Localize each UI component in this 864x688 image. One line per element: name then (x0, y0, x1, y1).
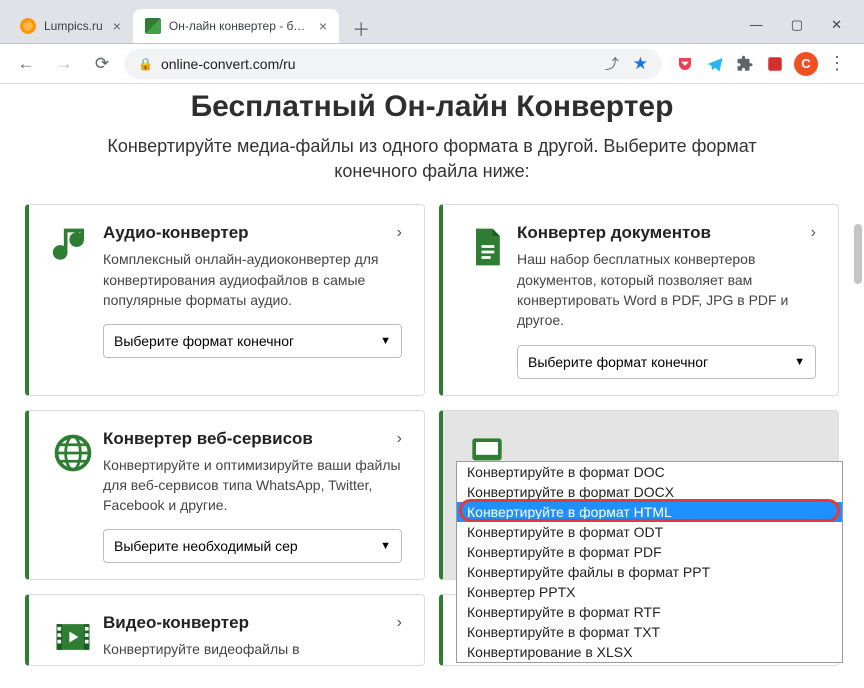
card-document-desc: Наш набор бесплатных конвертеров докумен… (517, 249, 816, 330)
tab-converter-title: Он-лайн конвертер - бесплатно (169, 19, 309, 33)
chevron-right-icon: › (397, 614, 402, 632)
reload-button[interactable]: ⟳ (86, 48, 118, 80)
address-right-icons: ⤴ ★ (605, 54, 648, 74)
globe-icon (43, 429, 103, 564)
tab-lumpics-close[interactable]: × (113, 18, 121, 34)
chevron-right-icon: › (811, 224, 816, 242)
tab-lumpics-title: Lumpics.ru (44, 19, 103, 33)
audio-icon (43, 223, 103, 378)
caret-down-icon: ▼ (794, 356, 805, 368)
browser-menu-icon[interactable]: ⋮ (826, 53, 848, 75)
toolbar: ← → ⟳ 🔒 online-convert.com/ru ⤴ ★ C ⋮ (0, 44, 864, 84)
document-format-dropdown[interactable]: Конвертируйте в формат DOC Конвертируйте… (456, 461, 843, 663)
card-audio: Аудио-конвертер › Комплексный онлайн-ауд… (25, 204, 425, 395)
forward-button[interactable]: → (48, 48, 80, 80)
page-content: Бесплатный Он-лайн Конвертер Конвертируй… (0, 84, 864, 688)
card-web-select-label: Выберите необходимый сер (114, 538, 298, 554)
card-audio-select[interactable]: Выберите формат конечног ▼ (103, 324, 402, 358)
document-icon (457, 223, 517, 378)
telegram-icon[interactable] (704, 53, 726, 75)
bookmark-star-icon[interactable]: ★ (633, 54, 648, 74)
caret-down-icon: ▼ (380, 335, 391, 347)
card-web-select[interactable]: Выберите необходимый сер ▼ (103, 529, 402, 563)
card-document: Конвертер документов › Наш набор бесплат… (439, 204, 839, 395)
dropdown-option[interactable]: Конвертируйте файлы в формат PPT (457, 562, 842, 582)
adblock-icon[interactable] (764, 53, 786, 75)
titlebar: Lumpics.ru × Он-лайн конвертер - бесплат… (0, 0, 864, 44)
caret-down-icon: ▼ (380, 540, 391, 552)
tab-lumpics[interactable]: Lumpics.ru × (8, 9, 133, 43)
minimize-button[interactable]: — (750, 17, 763, 33)
card-video: Видео-конвертер › Конвертируйте видеофай… (25, 594, 425, 666)
close-window-button[interactable]: ✕ (831, 17, 842, 33)
card-video-desc: Конвертируйте видеофайлы в (103, 639, 402, 659)
dropdown-option[interactable]: Конвертер PPTX (457, 582, 842, 602)
dropdown-option[interactable]: Конвертируйте в формат DOC (457, 462, 842, 482)
favicon-converter (145, 18, 161, 34)
chevron-right-icon: › (397, 224, 402, 242)
window-controls: — ▢ ✕ (750, 17, 864, 43)
url-text: online-convert.com/ru (161, 56, 597, 72)
dropdown-option[interactable]: Конвертируйте в формат PDF (457, 542, 842, 562)
scrollbar-thumb[interactable] (854, 224, 862, 284)
video-icon (43, 613, 103, 649)
dropdown-option[interactable]: Конвертируйте в формат TXT (457, 622, 842, 642)
dropdown-option[interactable]: Конвертирование в XLSX (457, 642, 842, 662)
card-document-select[interactable]: Выберите формат конечног ▼ (517, 345, 816, 379)
card-document-select-label: Выберите формат конечног (528, 354, 708, 370)
extension-icons: C ⋮ (668, 52, 854, 76)
card-document-title[interactable]: Конвертер документов (517, 223, 711, 243)
new-tab-button[interactable]: ＋ (347, 15, 375, 43)
tab-converter[interactable]: Он-лайн конвертер - бесплатно × (133, 9, 339, 43)
card-audio-desc: Комплексный онлайн-аудиоконвертер для ко… (103, 249, 402, 310)
page-title: Бесплатный Он-лайн Конвертер (20, 84, 844, 124)
tabstrip: Lumpics.ru × Он-лайн конвертер - бесплат… (8, 9, 750, 43)
card-web-desc: Конвертируйте и оптимизируйте ваши файлы… (103, 455, 402, 516)
profile-avatar[interactable]: C (794, 52, 818, 76)
card-audio-title[interactable]: Аудио-конвертер (103, 223, 249, 243)
share-icon[interactable]: ⤴ (605, 54, 619, 74)
extensions-puzzle-icon[interactable] (734, 53, 756, 75)
dropdown-option[interactable]: Конвертируйте в формат DOCX (457, 482, 842, 502)
card-video-title[interactable]: Видео-конвертер (103, 613, 249, 633)
address-bar[interactable]: 🔒 online-convert.com/ru ⤴ ★ (124, 49, 662, 79)
pocket-icon[interactable] (674, 53, 696, 75)
maximize-button[interactable]: ▢ (791, 17, 803, 33)
card-web-title[interactable]: Конвертер веб-сервисов (103, 429, 313, 449)
favicon-lumpics (20, 18, 36, 34)
chevron-right-icon: › (397, 430, 402, 448)
dropdown-option[interactable]: Конвертируйте в формат RTF (457, 602, 842, 622)
back-button[interactable]: ← (10, 48, 42, 80)
tab-converter-close[interactable]: × (319, 18, 327, 34)
card-audio-select-label: Выберите формат конечног (114, 333, 294, 349)
dropdown-option[interactable]: Конвертируйте в формат ODT (457, 522, 842, 542)
lock-icon: 🔒 (138, 57, 153, 71)
page-subtitle: Конвертируйте медиа-файлы из одного форм… (90, 134, 774, 184)
card-webservices: Конвертер веб-сервисов › Конвертируйте и… (25, 410, 425, 581)
dropdown-option-selected[interactable]: Конвертируйте в формат HTML (457, 502, 842, 522)
